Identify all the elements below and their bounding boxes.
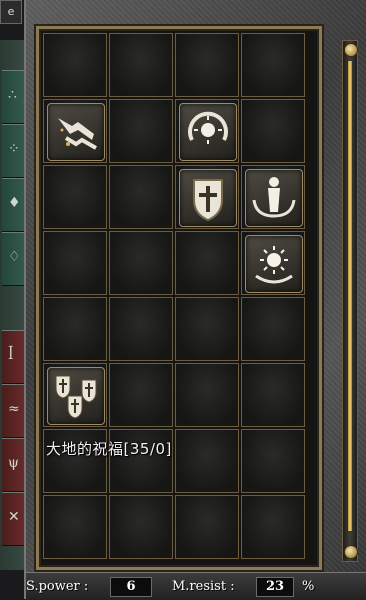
grid-cell[interactable]	[109, 33, 173, 97]
grid-cell[interactable]	[175, 165, 239, 229]
grid-cell[interactable]	[175, 297, 239, 361]
hotbar-slot[interactable]: ✕	[2, 492, 24, 546]
triple-shield-icon[interactable]	[47, 367, 105, 425]
grid-cell[interactable]	[175, 33, 239, 97]
grid-cell[interactable]	[43, 99, 107, 163]
hotbar-slot[interactable]: ≈	[2, 384, 24, 438]
grid-cell[interactable]	[43, 363, 107, 427]
hotbar-glyph-icon: ≈	[8, 401, 20, 417]
grid-cell[interactable]	[241, 495, 305, 559]
grid-cell[interactable]	[241, 363, 305, 427]
grid-cell[interactable]	[43, 231, 107, 295]
skill-grid	[36, 26, 322, 570]
mresist-value: 23	[256, 577, 294, 597]
grid-cell[interactable]	[109, 231, 173, 295]
grid-cell[interactable]	[43, 165, 107, 229]
hotbar-slot[interactable]: ♢	[2, 232, 24, 286]
hotbar-glyph-icon: ♦	[8, 195, 21, 211]
grid-cell[interactable]	[109, 363, 173, 427]
grid-cell[interactable]	[175, 495, 239, 559]
grid-cell[interactable]	[109, 99, 173, 163]
scroll-rail[interactable]	[348, 61, 352, 531]
grid-cell[interactable]	[241, 33, 305, 97]
window-tab[interactable]: e	[0, 0, 22, 24]
cross-shield-icon[interactable]	[179, 169, 237, 227]
hotbar-glyph-icon: ψ	[8, 455, 19, 471]
hotbar-glyph-icon: ✕	[8, 509, 20, 525]
grid-cell[interactable]	[175, 231, 239, 295]
grid-cell[interactable]	[241, 297, 305, 361]
hotbar-slot[interactable]: ♦	[2, 178, 24, 232]
spower-label: S.power :	[26, 579, 89, 594]
hotbar-slot[interactable]: ꟾ	[2, 330, 24, 384]
scroll-down-icon[interactable]	[344, 545, 358, 559]
scroll-up-icon[interactable]	[344, 43, 358, 57]
sun-shield-icon[interactable]	[179, 103, 237, 161]
skill-tooltip: 大地的祝福[35/0]	[46, 440, 172, 458]
percent-symbol: %	[302, 579, 315, 594]
wings-buff-icon[interactable]	[47, 103, 105, 161]
grid-cell[interactable]	[109, 495, 173, 559]
grid-cell[interactable]	[43, 297, 107, 361]
guardian-figure-icon[interactable]	[245, 169, 303, 227]
grid-cell[interactable]	[241, 231, 305, 295]
grid-cell[interactable]	[109, 297, 173, 361]
hotbar-glyph-icon: ∴	[8, 87, 17, 103]
grid-cell[interactable]	[43, 33, 107, 97]
hotbar-glyph-icon: ꟾ	[8, 347, 14, 363]
grid-cell[interactable]	[241, 165, 305, 229]
grid-cell[interactable]	[43, 495, 107, 559]
hotbar-slot[interactable]: ψ	[2, 438, 24, 492]
hotbar-glyph-icon: ⁘	[8, 141, 20, 157]
hotbar-glyph-icon: ♢	[8, 249, 21, 265]
hotbar-slot[interactable]: ⁘	[2, 124, 24, 178]
grid-cell[interactable]	[175, 363, 239, 427]
stat-bar: S.power : 6 M.resist : 23 %	[26, 572, 366, 600]
mresist-label: M.resist :	[172, 579, 235, 594]
hotbar-slot[interactable]: ∴	[2, 70, 24, 124]
grid-cell[interactable]	[109, 165, 173, 229]
spower-value: 6	[110, 577, 152, 597]
radiant-sun-icon[interactable]	[245, 235, 303, 293]
grid-cell[interactable]	[175, 429, 239, 493]
grid-cell[interactable]	[175, 99, 239, 163]
grid-cell[interactable]	[241, 429, 305, 493]
grid-cell[interactable]	[241, 99, 305, 163]
scrollbar[interactable]	[342, 40, 358, 562]
skill-inventory-window: 大地的祝福[35/0] S.power : 6 M.resist : 23 %	[24, 0, 366, 600]
